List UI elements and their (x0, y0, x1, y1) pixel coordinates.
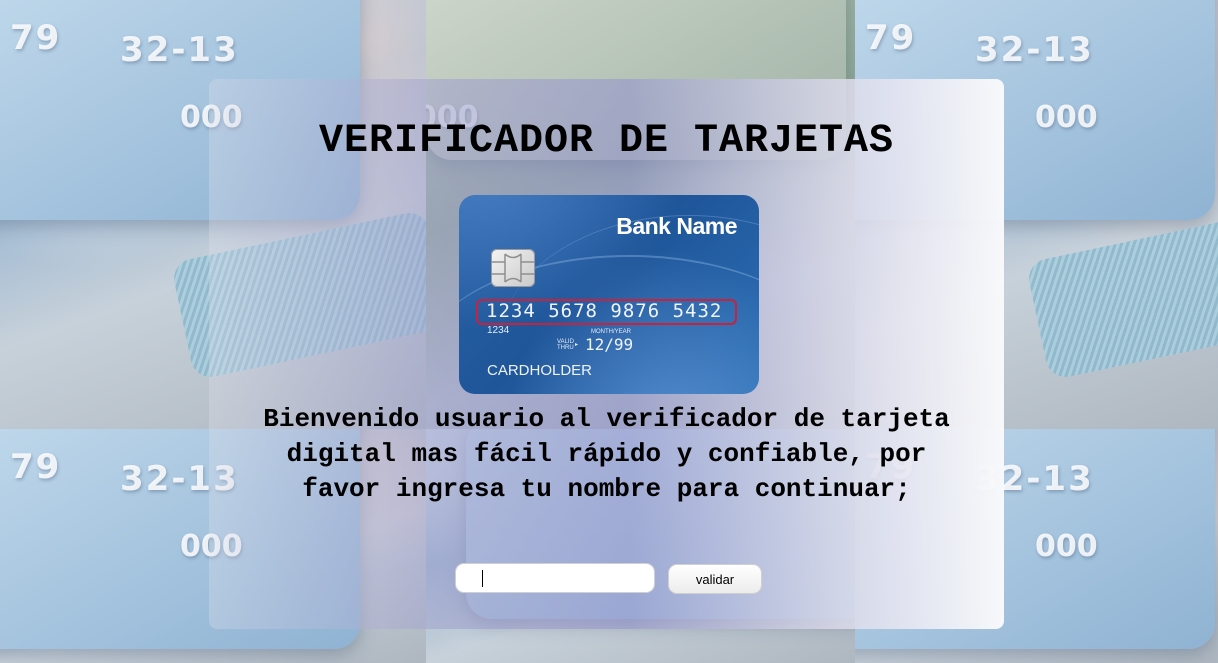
validar-button[interactable]: validar (668, 564, 762, 594)
welcome-message: Bienvenido usuario al verificador de tar… (263, 404, 950, 504)
card-number: 1234 5678 9876 5432 (486, 300, 723, 322)
chip-icon (491, 249, 535, 287)
name-input[interactable] (455, 563, 655, 593)
page-title: VERIFICADOR DE TARJETAS (318, 119, 895, 164)
arrow-icon: ▸ (575, 342, 579, 348)
main-panel: VERIFICADOR DE TARJETAS Bank Name 1234 5… (209, 79, 1004, 629)
card-short-number: 1234 (487, 325, 510, 336)
valid-thru-label: VALID THRU (557, 339, 574, 351)
bank-name: Bank Name (616, 213, 737, 239)
text-cursor (482, 570, 483, 587)
card-expiry: 12/99 (585, 335, 634, 354)
credit-card-image: Bank Name 1234 5678 9876 5432 1234 MONTH… (459, 195, 759, 394)
cardholder-label: CARDHOLDER (487, 362, 593, 379)
